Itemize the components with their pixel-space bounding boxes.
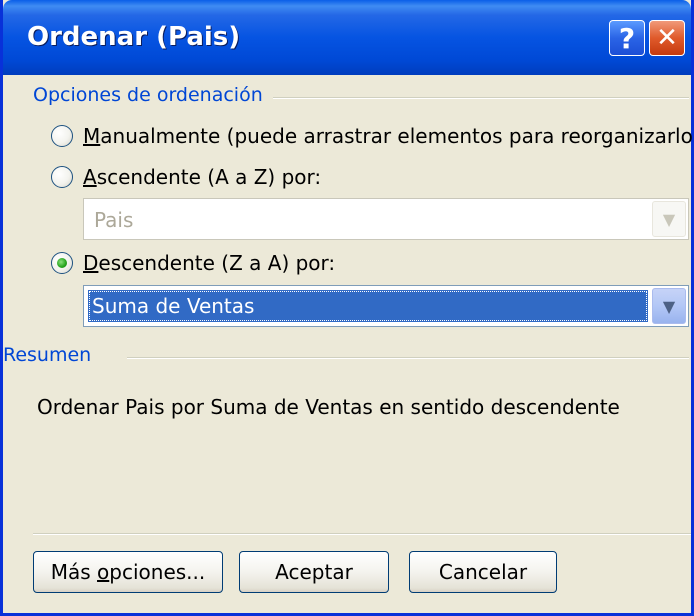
more-options-button[interactable]: Más o pciones... [33, 551, 223, 593]
title-bar[interactable]: Ordenar (Pais) ? ✕ [3, 0, 691, 75]
accept-button[interactable]: Aceptar [239, 551, 389, 593]
sort-dialog: Ordenar (Pais) ? ✕ Opciones de ordenació… [0, 0, 694, 616]
close-button[interactable]: ✕ [649, 20, 685, 56]
descending-field-select[interactable]: Suma de Ventas ▼ [83, 285, 689, 327]
dialog-title: Ordenar (Pais) [27, 22, 241, 52]
radio-manual-label: Manualmente (puede arrastrar elementos p… [83, 124, 694, 148]
descending-field-value: Suma de Ventas [88, 290, 648, 322]
radio-descending-label: Descendente (Z a A) por: [83, 251, 336, 275]
summary-group-line [127, 357, 689, 359]
sort-options-group-line [273, 97, 689, 99]
radio-ascending-row[interactable]: Ascendente (A a Z) por: [51, 165, 321, 189]
button-separator [33, 533, 691, 535]
chevron-down-icon[interactable]: ▼ [652, 201, 686, 237]
cancel-button[interactable]: Cancelar [409, 551, 557, 593]
summary-group-title: Resumen [3, 344, 92, 366]
chevron-down-icon[interactable]: ▼ [652, 288, 686, 324]
help-icon: ? [618, 21, 636, 55]
sort-options-group-title: Opciones de ordenación [33, 84, 263, 106]
help-button[interactable]: ? [609, 20, 645, 56]
radio-descending[interactable] [51, 252, 73, 274]
radio-ascending-label: Ascendente (A a Z) por: [83, 165, 322, 189]
radio-manual[interactable] [51, 125, 73, 147]
radio-descending-row[interactable]: Descendente (Z a A) por: [51, 251, 335, 275]
ascending-field-select[interactable]: Pais ▼ [83, 198, 689, 240]
summary-text: Ordenar Pais por Suma de Ventas en senti… [37, 395, 620, 419]
radio-manual-row[interactable]: Manualmente (puede arrastrar elementos p… [51, 124, 694, 148]
radio-ascending[interactable] [51, 166, 73, 188]
ascending-field-value: Pais [94, 208, 134, 232]
dialog-body: Opciones de ordenación Manualmente (pued… [3, 75, 694, 613]
close-icon: ✕ [656, 23, 678, 53]
